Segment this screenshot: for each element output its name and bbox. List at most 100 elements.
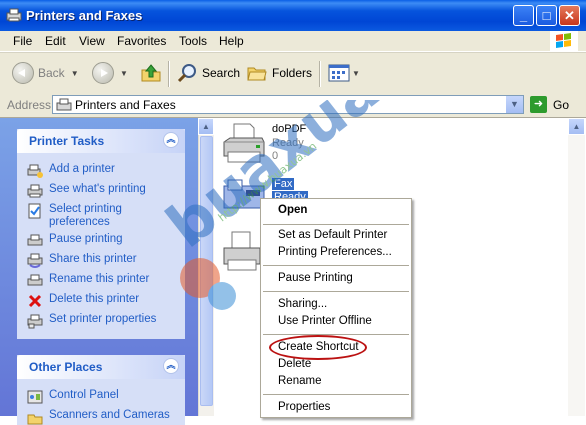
task-label: Pause printing bbox=[49, 233, 123, 245]
search-button[interactable]: Search bbox=[176, 61, 240, 85]
menu-view[interactable]: View bbox=[79, 34, 105, 48]
task-rename-printer[interactable]: Rename this printer bbox=[27, 273, 179, 289]
collapse-chevron-icon[interactable]: ︽ bbox=[163, 358, 179, 374]
create-shortcut-highlight bbox=[269, 335, 367, 360]
control-panel-icon bbox=[27, 390, 43, 404]
maximize-button[interactable]: □ bbox=[536, 5, 557, 26]
printer-partial[interactable] bbox=[222, 228, 262, 276]
menu-pause-printing[interactable]: Pause Printing bbox=[278, 272, 353, 284]
menu-tools[interactable]: Tools bbox=[179, 34, 207, 48]
menu-separator bbox=[263, 394, 409, 395]
menu-properties[interactable]: Properties bbox=[278, 401, 330, 413]
printer-name: doPDF bbox=[272, 123, 307, 135]
minimize-button[interactable]: _ bbox=[513, 5, 534, 26]
task-label: Share this printer bbox=[49, 253, 137, 265]
task-printing-preferences[interactable]: Select printing preferences bbox=[27, 203, 179, 229]
forward-button[interactable]: ▼ bbox=[92, 61, 128, 85]
close-icon: ✕ bbox=[564, 8, 575, 23]
views-dropdown-icon[interactable]: ▼ bbox=[352, 69, 360, 78]
menu-help[interactable]: Help bbox=[219, 34, 244, 48]
collapse-chevron-icon[interactable]: ︽ bbox=[163, 132, 179, 148]
add-printer-icon bbox=[27, 164, 43, 178]
scroll-up-button[interactable]: ▲ bbox=[568, 118, 585, 135]
folders-button[interactable]: Folders bbox=[246, 61, 312, 85]
toolbar-separator bbox=[168, 61, 170, 87]
printer-dopdf[interactable] bbox=[220, 120, 268, 168]
task-pane-scrollbar[interactable]: ▲ bbox=[198, 118, 214, 416]
views-button[interactable]: ▼ bbox=[328, 61, 360, 85]
go-arrow-icon: ➜ bbox=[530, 96, 547, 113]
maximize-icon: □ bbox=[542, 8, 551, 23]
menu-separator bbox=[263, 291, 409, 292]
menu-edit[interactable]: Edit bbox=[45, 34, 66, 48]
printers-folder-icon bbox=[56, 98, 72, 111]
printer-tasks-panel: Printer Tasks ︽ Add a printer See what's… bbox=[17, 129, 185, 339]
forward-dropdown-icon[interactable]: ▼ bbox=[120, 69, 128, 78]
printers-folder-icon bbox=[6, 8, 22, 22]
title-bar: Printers and Faxes _ □ ✕ bbox=[0, 0, 586, 31]
menu-favorites[interactable]: Favorites bbox=[117, 34, 166, 48]
search-icon bbox=[177, 64, 196, 83]
views-icon bbox=[328, 64, 350, 82]
printer-tasks-header[interactable]: Printer Tasks ︽ bbox=[17, 129, 185, 153]
context-menu: Open Set as Default Printer Printing Pre… bbox=[260, 198, 412, 418]
place-label: Control Panel bbox=[49, 389, 119, 401]
task-share-printer[interactable]: Share this printer bbox=[27, 253, 179, 269]
scroll-thumb[interactable] bbox=[200, 136, 213, 406]
menu-file[interactable]: File bbox=[13, 34, 32, 48]
toolbar-separator bbox=[319, 61, 321, 87]
scroll-up-button[interactable]: ▲ bbox=[198, 118, 214, 135]
rename-printer-icon bbox=[27, 274, 43, 286]
menu-set-default-printer[interactable]: Set as Default Printer bbox=[278, 229, 387, 241]
menu-bar: File Edit View Favorites Tools Help bbox=[0, 31, 586, 52]
task-pause-printing[interactable]: Pause printing bbox=[27, 233, 179, 249]
window-title: Printers and Faxes bbox=[26, 8, 143, 23]
go-label: Go bbox=[553, 97, 570, 112]
content-scrollbar[interactable]: ▲ bbox=[568, 118, 585, 416]
task-label: See what's printing bbox=[49, 183, 146, 195]
close-button[interactable]: ✕ bbox=[559, 5, 580, 26]
address-bar: Address Printers and Faxes ▼ ➜ Go bbox=[0, 94, 586, 118]
printer-tasks-title: Printer Tasks bbox=[29, 134, 105, 148]
address-label: Address bbox=[7, 98, 52, 112]
back-label: Back bbox=[38, 66, 65, 80]
delete-icon bbox=[28, 294, 42, 308]
printer-icon bbox=[223, 231, 261, 271]
back-button[interactable]: Back ▼ bbox=[12, 61, 79, 85]
back-arrow-icon bbox=[12, 62, 34, 84]
address-dropdown-button[interactable]: ▼ bbox=[505, 96, 523, 113]
folders-icon bbox=[247, 67, 267, 81]
task-add-printer[interactable]: Add a printer bbox=[27, 163, 179, 179]
scanner-icon bbox=[27, 414, 43, 425]
printer-status: Ready bbox=[272, 137, 304, 149]
back-dropdown-icon[interactable]: ▼ bbox=[71, 69, 79, 78]
menu-delete[interactable]: Delete bbox=[278, 358, 311, 370]
go-button[interactable]: ➜ Go bbox=[530, 96, 569, 113]
task-label: Delete this printer bbox=[49, 293, 140, 305]
other-places-panel: Other Places ︽ Control Panel Scanners an… bbox=[17, 355, 185, 425]
menu-open[interactable]: Open bbox=[278, 204, 307, 216]
printer-name-selected: Fax bbox=[272, 178, 295, 190]
menu-sharing[interactable]: Sharing... bbox=[278, 298, 327, 310]
standard-toolbar: Back ▼ ▼ Search Folders ▼ bbox=[0, 52, 586, 95]
share-printer-icon bbox=[27, 253, 43, 268]
up-folder-button[interactable] bbox=[140, 61, 162, 85]
search-label: Search bbox=[202, 66, 241, 80]
menu-rename[interactable]: Rename bbox=[278, 375, 321, 387]
menu-use-printer-offline[interactable]: Use Printer Offline bbox=[278, 315, 372, 327]
place-control-panel[interactable]: Control Panel bbox=[27, 389, 179, 405]
task-delete-printer[interactable]: Delete this printer bbox=[27, 293, 179, 309]
printer-job-count: 0 bbox=[272, 150, 279, 162]
up-folder-icon bbox=[141, 64, 161, 82]
other-places-header[interactable]: Other Places ︽ bbox=[17, 355, 185, 379]
place-scanners-cameras[interactable]: Scanners and Cameras bbox=[27, 409, 179, 425]
task-pane: Printer Tasks ︽ Add a printer See what's… bbox=[0, 118, 198, 425]
task-printer-properties[interactable]: Set printer properties bbox=[27, 313, 179, 329]
address-value: Printers and Faxes bbox=[75, 98, 176, 112]
task-label: Set printer properties bbox=[49, 313, 157, 325]
address-input[interactable]: Printers and Faxes ▼ bbox=[52, 95, 524, 114]
forward-arrow-icon bbox=[92, 62, 114, 84]
task-see-printing[interactable]: See what's printing bbox=[27, 183, 179, 199]
menu-printing-preferences[interactable]: Printing Preferences... bbox=[278, 246, 392, 258]
minimize-icon: _ bbox=[519, 8, 528, 23]
